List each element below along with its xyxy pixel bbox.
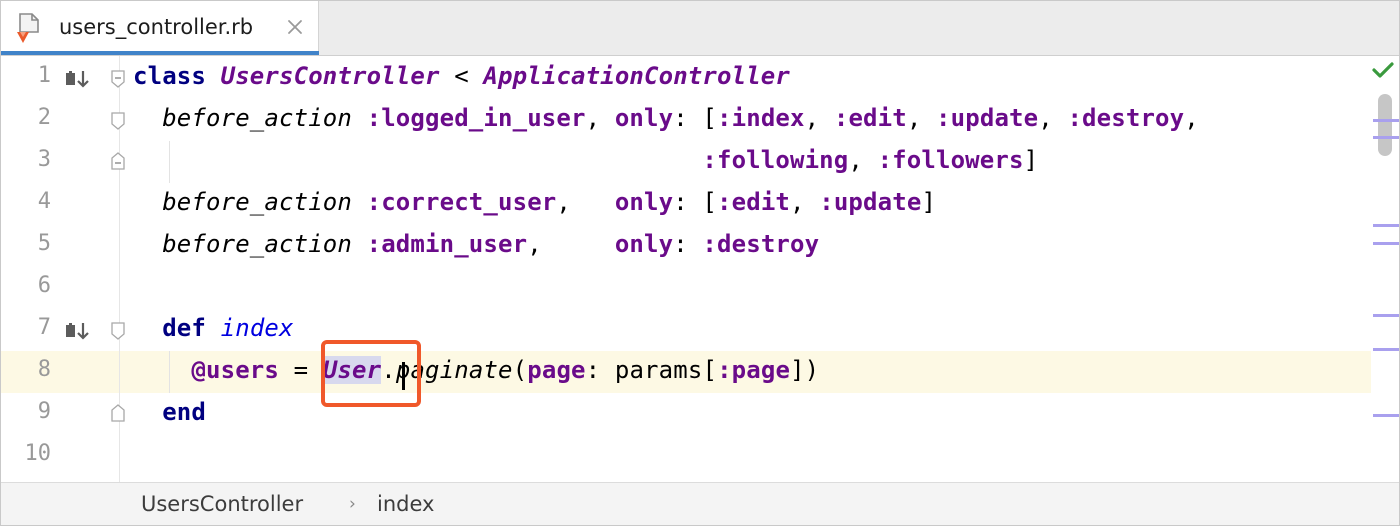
code-text: before_action :admin_user, only: :destro…	[162, 230, 820, 258]
line-number[interactable]: 5	[1, 231, 51, 256]
code-line-3[interactable]: 3 :following, :followers]	[1, 141, 1371, 183]
chevron-right-icon: ›	[349, 494, 356, 514]
line-number[interactable]: 7	[1, 315, 51, 340]
ruby-file-icon	[17, 13, 39, 43]
code-editor[interactable]: 1 class UsersController < ApplicationCon…	[1, 56, 1399, 482]
code-line-8[interactable]: 8 @users = User.paginate(page: params[:p…	[1, 351, 1371, 393]
fold-start-icon[interactable]	[110, 111, 126, 131]
line-number[interactable]: 3	[1, 147, 51, 172]
code-text: before_action :correct_user, only: [:edi…	[162, 188, 937, 216]
code-line-5[interactable]: 5 before_action :admin_user, only: :dest…	[1, 225, 1371, 267]
error-stripe-marker[interactable]	[1373, 119, 1399, 122]
error-stripe-marker[interactable]	[1373, 348, 1399, 351]
line-number[interactable]: 2	[1, 105, 51, 130]
line-number[interactable]: 4	[1, 189, 51, 214]
breadcrumb-method[interactable]: index	[377, 492, 434, 516]
error-stripe-marker[interactable]	[1373, 242, 1399, 245]
line-number[interactable]: 8	[1, 357, 51, 382]
breadcrumb-class[interactable]: UsersController	[141, 492, 303, 516]
code-text: class UsersController < ApplicationContr…	[133, 62, 791, 90]
code-text: end	[162, 398, 207, 426]
implemented-marker-icon[interactable]	[65, 70, 91, 88]
line-number[interactable]: 1	[1, 63, 51, 88]
code-line-10[interactable]: 10	[1, 435, 1371, 477]
code-line-9[interactable]: 9 end	[1, 393, 1371, 435]
fold-start-icon[interactable]	[110, 321, 126, 341]
tab-users-controller[interactable]: users_controller.rb	[1, 1, 319, 55]
line-number[interactable]: 10	[1, 441, 52, 466]
tab-bar: users_controller.rb	[1, 1, 1399, 56]
implemented-marker-icon[interactable]	[65, 322, 91, 340]
error-stripe-marker[interactable]	[1373, 136, 1399, 139]
code-text: :following, :followers]	[702, 146, 1039, 174]
code-line-7[interactable]: 7 def index	[1, 309, 1371, 351]
error-stripe-marker[interactable]	[1373, 224, 1399, 227]
error-stripe-marker[interactable]	[1373, 414, 1399, 417]
code-text: @users = User.paginate(page: params[:pag…	[191, 356, 820, 384]
line-number[interactable]: 9	[1, 399, 51, 424]
breadcrumb: UsersController › index	[1, 482, 1399, 525]
fold-end-icon[interactable]	[110, 403, 126, 423]
fold-start-icon[interactable]	[110, 69, 126, 89]
code-line-4[interactable]: 4 before_action :correct_user, only: [:e…	[1, 183, 1371, 225]
editor-window: users_controller.rb 1 class UsersControl…	[0, 0, 1400, 526]
code-line-1[interactable]: 1 class UsersController < ApplicationCon…	[1, 57, 1371, 99]
active-tab-indicator	[1, 51, 319, 55]
check-icon[interactable]	[1371, 60, 1395, 80]
scrollbar-thumb[interactable]	[1378, 94, 1392, 156]
code-text: before_action :logged_in_user, only: [:i…	[162, 104, 1199, 132]
code-line-6[interactable]: 6	[1, 267, 1371, 309]
fold-end-icon[interactable]	[110, 151, 126, 171]
callout-highlight-box	[321, 340, 421, 407]
tab-title: users_controller.rb	[59, 15, 254, 39]
code-line-2[interactable]: 2 before_action :logged_in_user, only: […	[1, 99, 1371, 141]
line-number[interactable]: 6	[1, 273, 51, 298]
close-icon[interactable]	[283, 15, 307, 39]
error-stripe-marker[interactable]	[1373, 314, 1399, 317]
code-text: def index	[162, 314, 294, 342]
